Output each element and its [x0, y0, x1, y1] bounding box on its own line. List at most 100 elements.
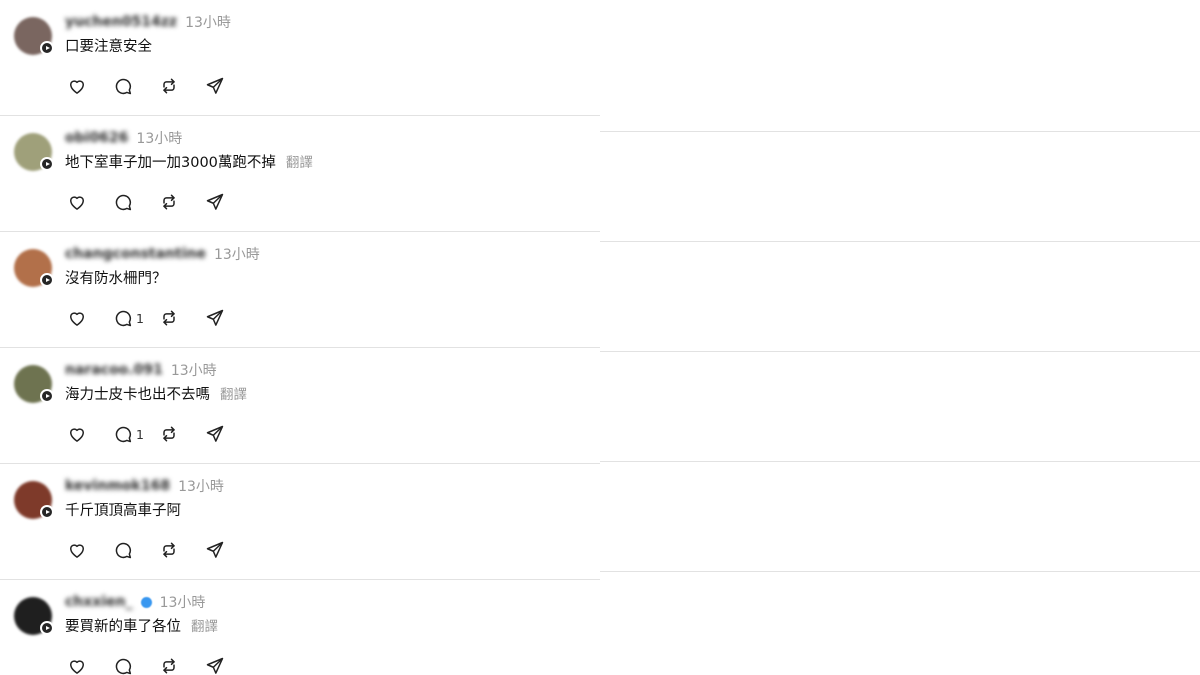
comment-text: 海力士皮卡也出不去嗎 翻譯 — [65, 387, 247, 403]
comment-header: kevinmok168 13小時 — [65, 476, 224, 496]
reply-count: 1 — [136, 426, 144, 442]
comment-text: 地下室車子加一加3000萬跑不掉 翻譯 — [65, 155, 313, 171]
translate-link[interactable]: 翻譯 — [286, 155, 313, 171]
like-button[interactable] — [67, 191, 113, 213]
repost-icon — [159, 76, 179, 96]
repost-icon — [159, 656, 179, 675]
like-button[interactable] — [67, 423, 113, 445]
repost-button[interactable] — [159, 539, 205, 561]
send-icon — [205, 656, 225, 675]
repost-button[interactable] — [159, 307, 205, 329]
comment-icon — [113, 308, 133, 328]
like-button[interactable] — [67, 307, 113, 329]
share-button[interactable] — [205, 75, 251, 97]
repost-button[interactable] — [159, 75, 205, 97]
action-bar — [67, 191, 251, 213]
translate-link[interactable]: 翻譯 — [191, 619, 218, 635]
share-button[interactable] — [205, 307, 251, 329]
reply-button[interactable]: 1 — [113, 423, 159, 445]
heart-icon — [67, 656, 87, 675]
send-icon — [205, 308, 225, 328]
repost-icon — [159, 308, 179, 328]
comment-icon — [113, 192, 133, 212]
username-link[interactable]: yuchen0514zz — [65, 14, 177, 30]
timestamp: 13小時 — [178, 479, 224, 495]
username-link[interactable]: naracoo.091 — [65, 362, 163, 378]
reply-button[interactable] — [113, 539, 159, 561]
comment-text: 要買新的車了各位 翻譯 — [65, 619, 218, 635]
send-icon — [205, 540, 225, 560]
comment-header: yuchen0514zz 13小時 — [65, 12, 231, 32]
username-link[interactable]: kevinmok168 — [65, 478, 170, 494]
reply-button[interactable]: 1 — [113, 307, 159, 329]
heart-icon — [67, 540, 87, 560]
comment-post: niger_mama_orz15小時😂我秒蘇澳淹水 — [600, 132, 1200, 242]
send-icon — [205, 76, 225, 96]
translate-link[interactable]: 翻譯 — [220, 387, 247, 403]
reply-button[interactable] — [113, 191, 159, 213]
share-button[interactable] — [205, 191, 251, 213]
comment-icon — [113, 76, 133, 96]
timestamp: 13小時 — [185, 15, 231, 31]
share-button[interactable] — [205, 423, 251, 445]
heart-icon — [67, 76, 87, 96]
avatar-badge-icon — [40, 41, 54, 55]
repost-button[interactable] — [159, 655, 205, 675]
timestamp: 13小時 — [213, 247, 260, 263]
comment-text: 千斤頂頂高車子阿 — [65, 503, 181, 519]
comment-header: changconstantine 13小時 — [65, 244, 260, 264]
share-button[interactable] — [205, 539, 251, 561]
send-icon — [205, 424, 225, 444]
comment-post: kevinmok168 13小時千斤頂頂高車子阿 — [0, 464, 600, 580]
comment-header: chxxien_ 13小時 — [65, 592, 205, 612]
timestamp: 13小時 — [159, 595, 206, 611]
timestamp: 13小時 — [136, 131, 183, 147]
reply-button[interactable] — [113, 75, 159, 97]
heart-icon — [67, 308, 87, 328]
comment-icon — [113, 424, 133, 444]
action-bar — [67, 75, 251, 97]
comment-post: chengying_po15小時不愧是...淹波大飯店！ 這波太強了！翻譯 — [600, 352, 1200, 462]
comments-column-left: yuchen0514zz 13小時 口要注意安全 obi0626 13小時 地下室車子加一… — [0, 0, 600, 675]
comment-post: chien.yusheng15小時超好笑 真的超怕住這種社區大樓停車停地下會變成… — [600, 0, 1200, 132]
username-link[interactable]: chxxien_ — [65, 594, 133, 610]
repost-button[interactable] — [159, 423, 205, 445]
username-link[interactable]: changconstantine — [65, 246, 206, 262]
comment-icon — [113, 656, 133, 675]
timestamp: 13小時 — [170, 363, 217, 379]
reply-count: 1 — [136, 310, 144, 326]
comment-post: rick_yen051415小時水的高度還有機會開出去翻譯1 — [600, 572, 1200, 675]
comment-header: obi0626 13小時 — [65, 128, 182, 148]
action-bar: 1 — [67, 423, 251, 445]
comment-post: chxxien_ 13小時要買新的車了各位 翻譯 — [0, 580, 600, 675]
comment-icon — [113, 540, 133, 560]
share-button[interactable] — [205, 655, 251, 675]
repost-icon — [159, 192, 179, 212]
verified-badge-icon — [140, 596, 152, 608]
avatar-badge-icon — [40, 273, 54, 287]
heart-icon — [67, 192, 87, 212]
like-button[interactable] — [67, 539, 113, 561]
repost-icon — [159, 540, 179, 560]
heart-icon — [67, 424, 87, 444]
avatar-badge-icon — [40, 157, 54, 171]
action-bar — [67, 655, 251, 675]
reply-button[interactable] — [113, 655, 159, 675]
like-button[interactable] — [67, 75, 113, 97]
send-icon — [205, 192, 225, 212]
avatar-badge-icon — [40, 389, 54, 403]
comment-post: naracoo.091 13小時海力士皮卡也出不去嗎 翻譯 1 — [0, 348, 600, 464]
comment-post: peterlee492715小時建築師們還是腦袋裝大便，永遠停留在60年前設計翻… — [600, 462, 1200, 572]
comment-post: yuchen0514zz 13小時 口要注意安全 — [0, 0, 600, 116]
repost-icon — [159, 424, 179, 444]
comment-post: obi0626 13小時地下室車子加一加3000萬跑不掉 翻譯 — [0, 116, 600, 232]
like-button[interactable] — [67, 655, 113, 675]
comment-header: naracoo.091 13小時 — [65, 360, 217, 380]
comment-post: changconstantine 13小時沒有防水柵門？ 1 — [0, 232, 600, 348]
comment-text: 沒有防水柵門？ — [65, 271, 167, 287]
action-bar — [67, 539, 251, 561]
username-link[interactable]: obi0626 — [65, 130, 128, 146]
repost-button[interactable] — [159, 191, 205, 213]
avatar-badge-icon — [40, 621, 54, 635]
action-bar: 1 — [67, 307, 251, 329]
